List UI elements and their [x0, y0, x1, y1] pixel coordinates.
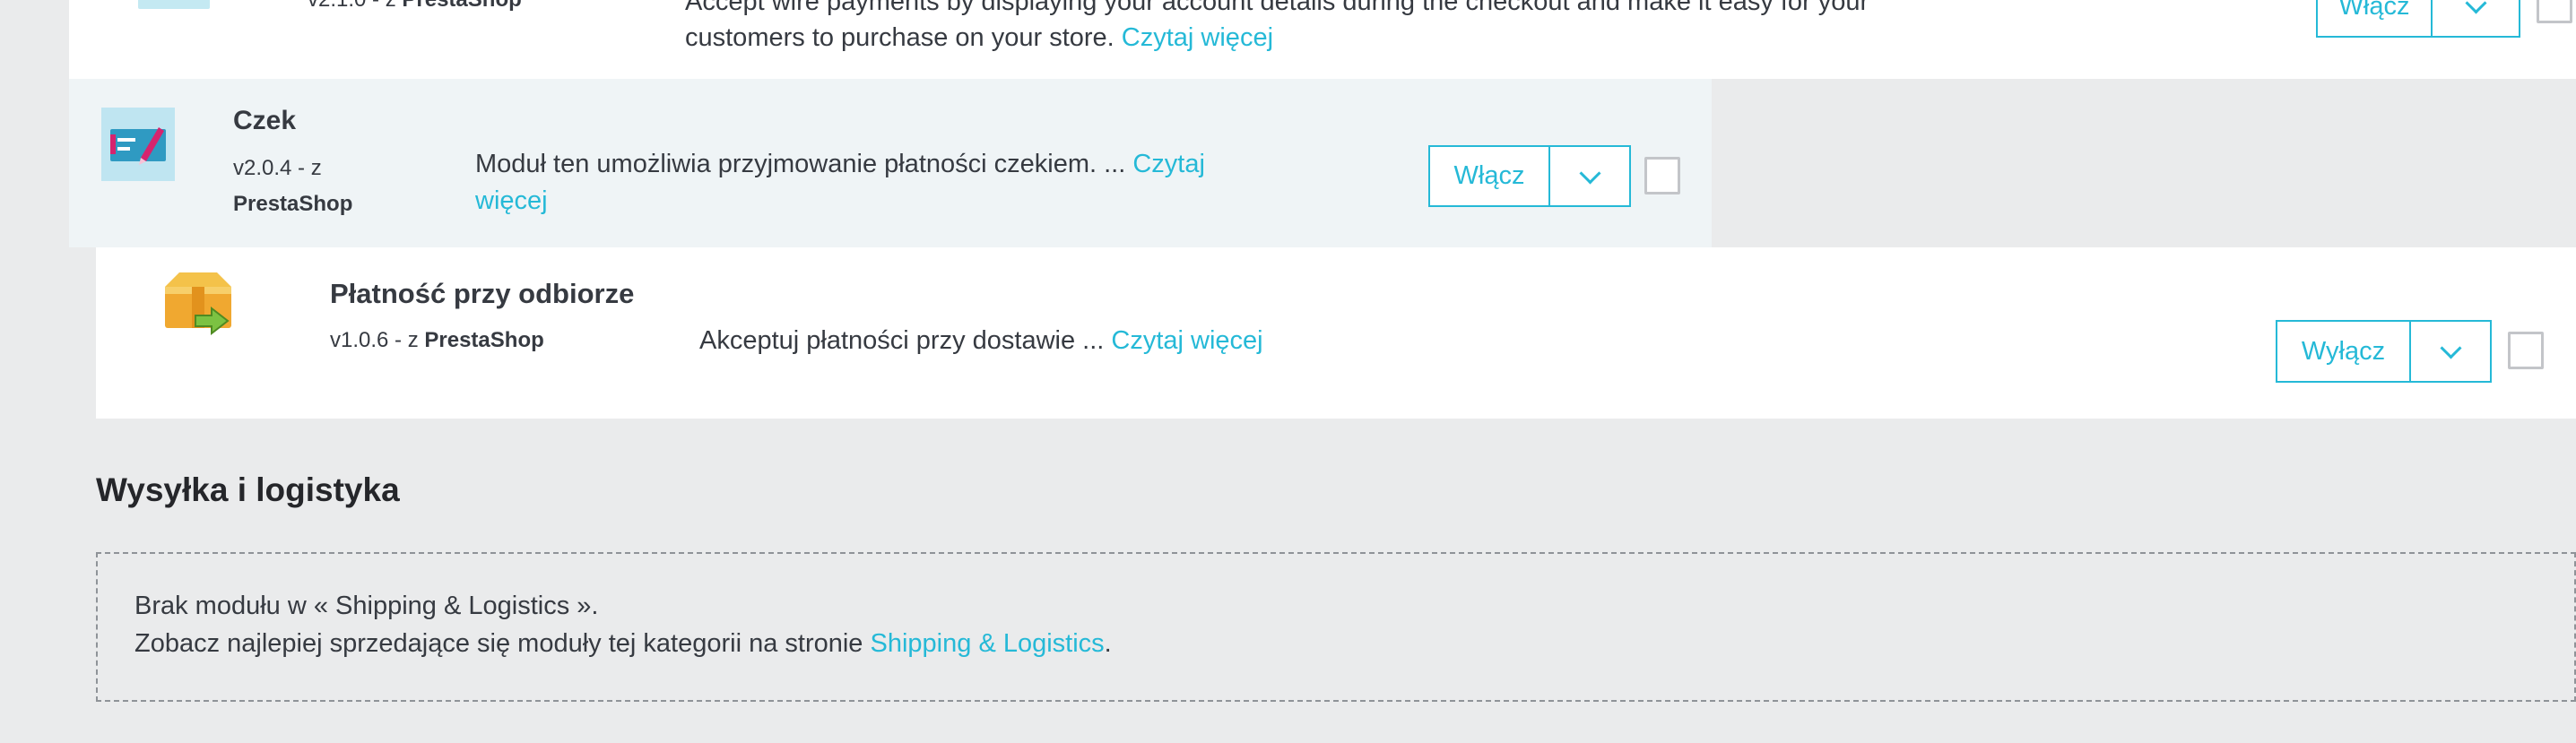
section-title: Wysyłka i logistyka: [96, 471, 400, 508]
enable-button[interactable]: Włącz: [2318, 0, 2433, 36]
module-version: v2.0.4 - z PrestaShop: [233, 156, 353, 216]
empty-category-notice: [96, 552, 2576, 702]
module-version: v1.0.6 - z PrestaShop: [330, 328, 544, 352]
bulk-select-checkbox[interactable]: [2537, 0, 2572, 23]
shipping-logistics-link[interactable]: Shipping & Logistics: [871, 629, 1105, 658]
enable-split-button: Włącz: [1428, 145, 1631, 207]
actions-dropdown-toggle[interactable]: [1550, 147, 1629, 205]
bankwire-module-icon: [138, 0, 210, 9]
actions-dropdown-toggle[interactable]: [2433, 0, 2519, 36]
chevron-down-icon: [2439, 337, 2462, 359]
empty-category-message: Brak modułu w « Shipping & Logistics ».: [134, 592, 599, 620]
chevron-down-icon: [1578, 161, 1601, 185]
module-description: Accept wire payments by displaying your …: [685, 0, 1869, 52]
module-title: Czek: [233, 106, 297, 135]
chevron-down-icon: [2464, 0, 2487, 14]
cheque-module-icon: [101, 108, 175, 181]
empty-category-suggestion: Zobacz najlepiej sprzedające się moduły …: [134, 629, 1112, 658]
module-description: Akceptuj płatności przy dostawie ... Czy…: [699, 326, 1263, 355]
bulk-select-checkbox[interactable]: [2508, 332, 2544, 369]
bulk-select-checkbox[interactable]: [1644, 157, 1680, 194]
actions-dropdown-toggle[interactable]: [2411, 322, 2490, 381]
module-title: Płatność przy odbiorze: [330, 278, 635, 309]
module-version: v2.1.0 - z PrestaShop: [308, 0, 522, 13]
package-module-icon: [160, 269, 237, 342]
read-more-link[interactable]: Czytaj więcej: [1111, 326, 1262, 355]
disable-split-button: Wyłącz: [2276, 320, 2492, 383]
read-more-link[interactable]: Czytaj więcej: [1122, 23, 1273, 52]
module-description: Moduł ten umożliwia przyjmowanie płatnoś…: [475, 150, 1205, 215]
enable-button[interactable]: Włącz: [1430, 147, 1550, 205]
disable-button[interactable]: Wyłącz: [2277, 322, 2411, 381]
enable-split-button: Włącz: [2316, 0, 2520, 38]
